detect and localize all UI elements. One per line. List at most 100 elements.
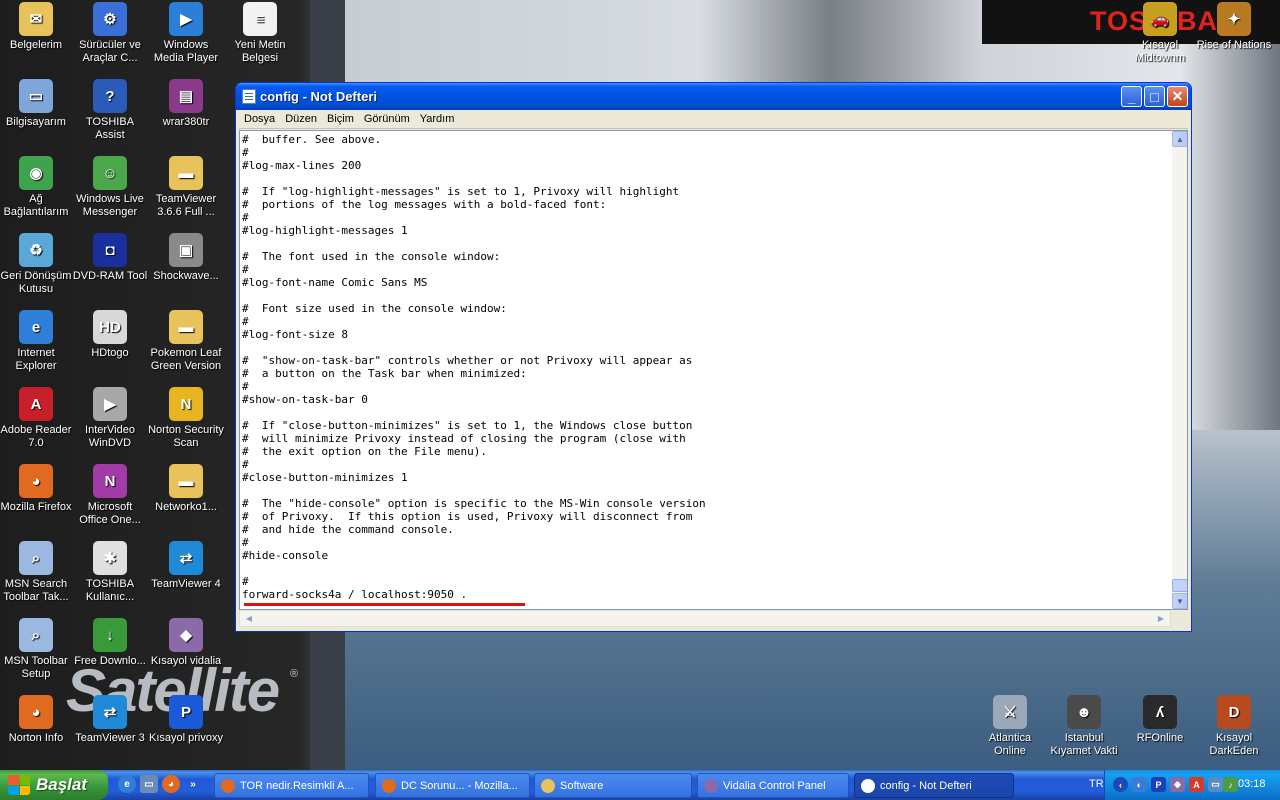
desktop-icon-image: ◆ (169, 618, 203, 652)
editor-line: # If "log-highlight-messages" is set to … (242, 185, 680, 198)
vertical-scrollbar[interactable]: ▲ ▼ (1172, 131, 1187, 609)
desktop-icon[interactable]: ✱ TOSHIBA Kullanıc... (72, 541, 148, 604)
desktop-icon-label: TOSHIBA Assist (85, 116, 135, 141)
desktop-icon-image: ▬ (169, 156, 203, 190)
editor-text-area[interactable]: # buffer. See above. # #log-max-lines 200 #… (242, 131, 1167, 607)
desktop-icon-label: Kısayol Midtownm (1134, 39, 1186, 64)
menu-file[interactable]: Dosya (239, 113, 280, 125)
desktop-icon[interactable]: ▤ wrar380tr (148, 79, 224, 129)
desktop-icon-image: N (93, 464, 127, 498)
editor-line: # and hide the command console. (242, 523, 454, 536)
tray-antivirus-icon[interactable]: A (1189, 777, 1204, 792)
desktop-icon[interactable]: e Internet Explorer (0, 310, 74, 373)
language-indicator[interactable]: TR (1089, 778, 1104, 790)
editor-line: # The font used in the console window: (242, 250, 501, 263)
desktop-icon[interactable]: HD HDtogo (72, 310, 148, 360)
text-editor[interactable]: # buffer. See above. # #log-max-lines 200 #… (239, 130, 1188, 610)
desktop-icon-label: TOSHIBA Kullanıc... (85, 578, 135, 603)
desktop-icon[interactable]: D Kısayol DarkEden (1196, 695, 1272, 758)
desktop-icon[interactable]: ◘ DVD-RAM Tool (72, 233, 148, 283)
desktop-icon[interactable]: ✉ Belgelerim (0, 2, 74, 52)
desktop-icon[interactable]: ♻ Geri Dönüşüm Kutusu (0, 233, 74, 296)
scroll-right-icon[interactable]: ▶ (1153, 611, 1169, 626)
desktop-icon[interactable]: ▣ Shockwave... (148, 233, 224, 283)
desktop-icon[interactable]: ◉ Ağ Bağlantılarım (0, 156, 74, 219)
desktop-icon[interactable]: ⚙ Sürücüler ve Araçlar C... (72, 2, 148, 65)
desktop-icon[interactable]: ⚔ Atlantica Online (972, 695, 1048, 758)
desktop-icon[interactable]: ▶ InterVideo WinDVD (72, 387, 148, 450)
desktop-icon[interactable]: ☻ Istanbul Kıyamet Vakti (1046, 695, 1122, 758)
menu-format[interactable]: Biçim (322, 113, 359, 125)
scroll-down-icon[interactable]: ▼ (1172, 593, 1187, 609)
desktop-icon[interactable]: ✦ Rise of Nations (1196, 2, 1272, 52)
desktop-icon[interactable]: ◕ Norton Info (0, 695, 74, 745)
tray-network-icon[interactable]: ◐ (1132, 777, 1147, 792)
vertical-scroll-thumb[interactable] (1172, 579, 1187, 592)
desktop-icon[interactable]: N Microsoft Office One... (72, 464, 148, 527)
desktop-icon[interactable]: ⇄ TeamViewer 3 (72, 695, 148, 745)
desktop-icon[interactable]: ▬ TeamViewer 3.6.6 Full ... (148, 156, 224, 219)
desktop-icon[interactable]: ▬ Pokemon Leaf Green Version (148, 310, 224, 373)
desktop-icon[interactable]: ⌕ MSN Search Toolbar Tak... (0, 541, 74, 604)
desktop-quicklaunch-icon[interactable]: ▭ (140, 775, 158, 793)
desktop-icon[interactable]: N Norton Security Scan (148, 387, 224, 450)
close-button[interactable]: ✕ (1167, 86, 1188, 107)
desktop-icon[interactable]: ▬ Networko1... (148, 464, 224, 514)
desktop-icon[interactable]: ʎ RFOnline (1122, 695, 1198, 745)
taskbar-button[interactable]: config - Not Defteri (854, 773, 1014, 798)
desktop-icon[interactable]: ⇄ TeamViewer 4 (148, 541, 224, 591)
desktop-icon-image: ☻ (1067, 695, 1101, 729)
desktop-icon[interactable]: ▶ Windows Media Player (148, 2, 224, 65)
desktop-icon[interactable]: ↓ Free Downlo... (72, 618, 148, 668)
tray-monitor-icon[interactable]: ▭ (1208, 777, 1223, 792)
horizontal-scrollbar[interactable]: ◀ ▶ (239, 610, 1171, 627)
desktop-icon-label: MSN Toolbar Setup (4, 655, 68, 680)
scroll-left-icon[interactable]: ◀ (241, 611, 257, 626)
taskbar-clock[interactable]: 03:18 (1238, 778, 1266, 790)
desktop-icon-glyph: ? (105, 87, 115, 105)
desktop-icon[interactable]: ◆ Kısayol vidalia (148, 618, 224, 668)
minimize-button[interactable]: _ (1121, 86, 1142, 107)
window-title: config - Not Defteri (260, 89, 377, 104)
quicklaunch-overflow-icon[interactable]: » (184, 775, 202, 793)
task-app-icon (221, 778, 235, 793)
desktop-icon-label: Sürücüler ve Araçlar C... (79, 39, 141, 64)
tray-privoxy-icon[interactable]: P (1151, 777, 1166, 792)
menu-edit[interactable]: Düzen (280, 113, 322, 125)
window-titlebar[interactable]: config - Not Defteri _ □ ✕ (236, 83, 1191, 110)
desktop-icon[interactable]: ◕ Mozilla Firefox (0, 464, 74, 514)
notepad-icon (242, 89, 256, 104)
desktop-icon[interactable]: ▭ Bilgisayarım (0, 79, 74, 129)
menu-bar: Dosya Düzen Biçim Görünüm Yardım (239, 110, 1188, 129)
ie-quicklaunch-icon[interactable]: e (118, 775, 136, 793)
desktop-icon-glyph: ▤ (178, 87, 194, 105)
scroll-up-icon[interactable]: ▲ (1172, 131, 1187, 147)
menu-help[interactable]: Yardım (415, 113, 460, 125)
desktop-icon[interactable]: P Kısayol privoxy (148, 695, 224, 745)
firefox-quicklaunch-icon[interactable]: ◕ (162, 775, 180, 793)
desktop-icon-image: ♻ (19, 233, 53, 267)
desktop-icon[interactable]: ☺ Windows Live Messenger (72, 156, 148, 219)
resize-grip[interactable] (1172, 610, 1188, 627)
tray-volume-icon[interactable]: ♪ (1223, 777, 1238, 792)
editor-line: # a button on the Task bar when minimize… (242, 367, 527, 380)
desktop-icon-image: ⚔ (993, 695, 1027, 729)
taskbar-button[interactable]: Vidalia Control Panel (697, 773, 849, 798)
tray-vidalia-icon[interactable]: ◆ (1170, 777, 1185, 792)
desktop-icon[interactable]: ? TOSHIBA Assist (72, 79, 148, 142)
desktop-icon[interactable]: ⌕ MSN Toolbar Setup (0, 618, 74, 681)
desktop-icon[interactable]: ≡ Yeni Metin Belgesi (222, 2, 298, 65)
maximize-button[interactable]: □ (1144, 86, 1165, 107)
taskbar-button[interactable]: TOR nedir.Resimkli A... (214, 773, 369, 798)
menu-view[interactable]: Görünüm (359, 113, 415, 125)
taskbar-button[interactable]: Software (534, 773, 692, 798)
notepad-window[interactable]: config - Not Defteri _ □ ✕ Dosya Düzen B… (235, 82, 1192, 632)
desktop-icon-label: TeamViewer 3.6.6 Full ... (155, 193, 217, 218)
desktop-icon[interactable]: 🚗 Kısayol Midtownm (1122, 2, 1198, 65)
start-button[interactable]: Başlat (0, 770, 108, 800)
taskbar-button[interactable]: DC Sorunu... - Mozilla... (375, 773, 530, 798)
desktop-icon-glyph: e (31, 318, 41, 336)
desktop-icon[interactable]: A Adobe Reader 7.0 (0, 387, 74, 450)
tray-arrow-icon[interactable]: ‹ (1113, 777, 1128, 792)
desktop-icon-label: HDtogo (91, 347, 129, 359)
